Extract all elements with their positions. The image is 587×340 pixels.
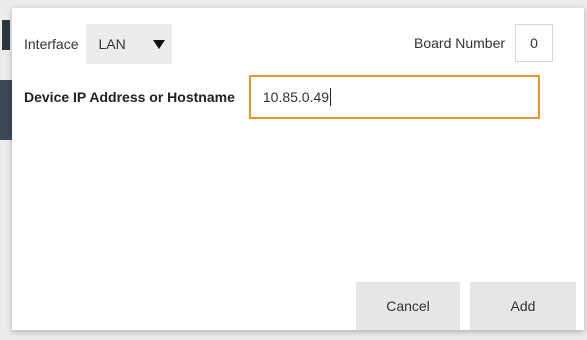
device-address-input[interactable]: 10.85.0.49 <box>248 75 540 119</box>
add-device-dialog: Interface LAN Board Number 0 Device IP A… <box>12 8 584 330</box>
cancel-button[interactable]: Cancel <box>356 282 460 330</box>
interface-select[interactable]: LAN <box>86 24 173 64</box>
interface-label: Interface <box>24 36 79 52</box>
interface-select-value: LAN <box>98 36 126 52</box>
board-number-label: Board Number <box>414 35 506 51</box>
interface-row: Interface LAN <box>24 24 173 64</box>
background-fragment <box>2 20 10 50</box>
device-address-label: Device IP Address or Hostname <box>24 89 235 105</box>
text-caret <box>330 88 332 106</box>
device-address-row: Device IP Address or Hostname 10.85.0.49 <box>24 75 540 119</box>
add-button[interactable]: Add <box>470 282 576 330</box>
board-number-row: Board Number 0 <box>414 24 554 62</box>
board-number-field[interactable]: 0 <box>515 24 554 62</box>
triangle-down-icon[interactable] <box>146 39 172 49</box>
device-address-value: 10.85.0.49 <box>262 89 330 105</box>
